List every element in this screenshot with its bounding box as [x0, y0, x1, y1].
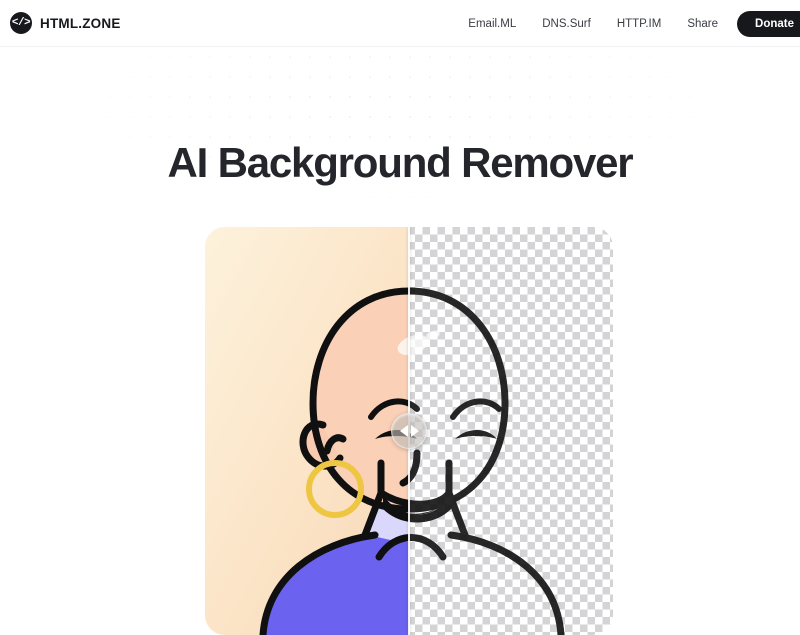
arrow-left-icon [399, 425, 408, 437]
hero-section: AI Background Remover [0, 47, 800, 635]
arrow-right-icon [410, 425, 419, 437]
image-compare-widget[interactable] [205, 227, 613, 635]
compare-slider-handle[interactable] [391, 413, 427, 449]
main-navigation: Email.ML DNS.Surf HTTP.IM Share Donate [455, 0, 800, 47]
site-header: </> HTML.ZONE Email.ML DNS.Surf HTTP.IM … [0, 0, 800, 47]
code-brackets-icon: </> [10, 12, 32, 34]
brand-logo[interactable]: </> HTML.ZONE [10, 12, 121, 34]
nav-link-http-im[interactable]: HTTP.IM [604, 18, 675, 30]
nav-link-share[interactable]: Share [674, 18, 731, 30]
donate-button[interactable]: Donate [737, 10, 800, 37]
nav-link-email-ml[interactable]: Email.ML [455, 18, 529, 30]
page-title: AI Background Remover [167, 139, 634, 186]
nav-link-dns-surf[interactable]: DNS.Surf [529, 18, 604, 30]
brand-name: HTML.ZONE [40, 15, 121, 31]
